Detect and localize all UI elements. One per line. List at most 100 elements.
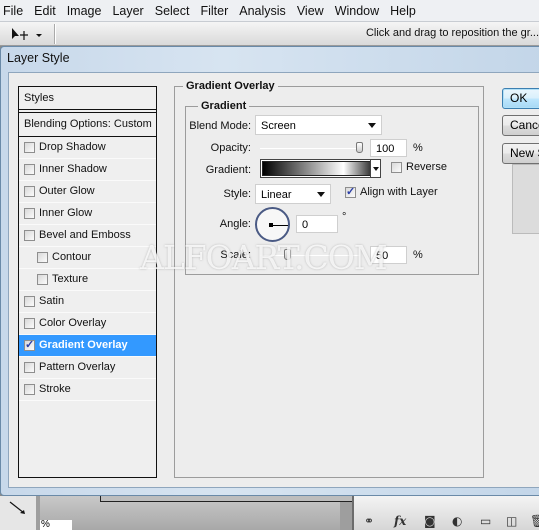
gradient-swatch[interactable] bbox=[262, 161, 379, 176]
scale-slider-track[interactable] bbox=[260, 255, 360, 256]
dialog-title: Layer Style bbox=[7, 51, 70, 65]
style-item-satin[interactable]: Satin bbox=[19, 291, 156, 313]
gradient-overlay-panel: Gradient Overlay Gradient Blend Mode: Sc… bbox=[174, 80, 484, 478]
angle-field[interactable]: 0 bbox=[296, 215, 338, 233]
angle-dial[interactable] bbox=[255, 207, 290, 242]
divider bbox=[54, 24, 56, 44]
style-preview-thumbnail bbox=[512, 164, 539, 234]
folder-icon[interactable]: ▭ bbox=[480, 515, 491, 527]
blend-mode-select[interactable]: Screen bbox=[255, 115, 382, 135]
gradient-dropdown-button[interactable] bbox=[370, 159, 381, 178]
angle-dial-hand bbox=[271, 224, 288, 226]
align-label: Align with Layer bbox=[360, 186, 438, 198]
style-item-checkbox[interactable] bbox=[24, 338, 35, 351]
style-item-inner-shadow[interactable]: Inner Shadow bbox=[19, 159, 156, 181]
menu-layer[interactable]: Layer bbox=[108, 4, 150, 18]
menu-image[interactable]: Image bbox=[63, 4, 109, 18]
style-item-checkbox[interactable] bbox=[24, 361, 35, 373]
opacity-slider-thumb[interactable] bbox=[356, 142, 363, 153]
reverse-checkbox[interactable]: Reverse bbox=[391, 161, 447, 173]
menu-view[interactable]: View bbox=[293, 4, 331, 18]
move-tool-icon bbox=[12, 28, 42, 40]
style-select[interactable]: Linear bbox=[255, 184, 331, 204]
dialog-client: Styles Blending Options: Custom Drop Sha… bbox=[8, 72, 539, 488]
style-item-label: Texture bbox=[52, 273, 89, 285]
new-layer-icon[interactable]: ◫ bbox=[506, 515, 517, 527]
blending-options-label: Blending Options: Custom bbox=[24, 118, 152, 130]
style-item-texture[interactable]: Texture bbox=[19, 269, 156, 291]
style-item-checkbox[interactable] bbox=[24, 383, 35, 395]
align-with-layer-checkbox[interactable]: Align with Layer bbox=[345, 185, 438, 198]
style-item-inner-glow[interactable]: Inner Glow bbox=[19, 203, 156, 225]
new-style-button[interactable]: New Style... bbox=[502, 143, 539, 164]
workspace-bottom: % ⚭ fx ◙ ◐ ▭ ◫ 🗑 bbox=[0, 496, 539, 530]
style-value: Linear bbox=[261, 189, 292, 201]
style-item-checkbox[interactable] bbox=[37, 251, 48, 263]
gradient-picker[interactable] bbox=[260, 159, 381, 178]
chevron-down-icon bbox=[368, 123, 376, 128]
opacity-slider-track[interactable] bbox=[260, 148, 360, 149]
reverse-label: Reverse bbox=[406, 161, 447, 173]
style-item-gradient-overlay[interactable]: Gradient Overlay bbox=[19, 334, 156, 357]
menu-select[interactable]: Select bbox=[151, 4, 197, 18]
style-item-checkbox[interactable] bbox=[24, 317, 35, 329]
zoom-level-field[interactable]: % bbox=[40, 520, 72, 530]
style-item-color-overlay[interactable]: Color Overlay bbox=[19, 313, 156, 335]
reverse-checkbox-box[interactable] bbox=[391, 161, 402, 173]
document-frame bbox=[100, 496, 360, 502]
style-item-label: Satin bbox=[39, 295, 65, 307]
styles-header-label: Styles bbox=[24, 92, 54, 104]
style-item-label: Inner Shadow bbox=[39, 163, 107, 175]
menu-file[interactable]: File bbox=[0, 4, 30, 18]
tools-panel-corner bbox=[0, 496, 36, 530]
scale-field[interactable]: 50 bbox=[370, 246, 407, 264]
group-title: Gradient bbox=[198, 100, 250, 112]
align-checkbox-box[interactable] bbox=[345, 185, 356, 198]
style-item-bevel-and-emboss[interactable]: Bevel and Emboss bbox=[19, 225, 156, 247]
angle-unit: ° bbox=[342, 211, 347, 223]
menu-filter[interactable]: Filter bbox=[196, 4, 235, 18]
trash-icon[interactable]: 🗑 bbox=[530, 515, 539, 527]
style-item-label: Contour bbox=[52, 251, 92, 263]
style-item-label: Bevel and Emboss bbox=[39, 229, 131, 241]
style-item-drop-shadow[interactable]: Drop Shadow bbox=[19, 137, 156, 159]
opacity-label: Opacity: bbox=[210, 142, 251, 154]
styles-header[interactable]: Styles bbox=[19, 87, 156, 110]
scale-label: Scale: bbox=[220, 249, 251, 261]
style-item-checkbox[interactable] bbox=[24, 185, 35, 197]
chevron-down-icon bbox=[36, 34, 42, 37]
adjustment-icon[interactable]: ◐ bbox=[452, 515, 462, 527]
scale-unit: % bbox=[413, 249, 423, 261]
ok-button[interactable]: OK bbox=[502, 88, 539, 109]
style-item-contour[interactable]: Contour bbox=[19, 247, 156, 269]
mask-icon[interactable]: ◙ bbox=[424, 515, 436, 527]
opacity-field[interactable]: 100 bbox=[370, 139, 407, 157]
link-icon[interactable]: ⚭ bbox=[364, 515, 374, 527]
style-item-checkbox[interactable] bbox=[37, 273, 48, 285]
style-item-checkbox[interactable] bbox=[24, 163, 35, 175]
tool-hint: Click and drag to reposition the gr... bbox=[365, 27, 539, 39]
gradient-label: Gradient: bbox=[205, 164, 251, 176]
menu-help[interactable]: Help bbox=[386, 4, 423, 18]
opacity-unit: % bbox=[413, 142, 423, 154]
scale-slider-thumb[interactable] bbox=[284, 249, 291, 260]
style-label: Style: bbox=[223, 188, 251, 200]
style-item-label: Inner Glow bbox=[39, 207, 93, 219]
blend-mode-value: Screen bbox=[261, 120, 296, 132]
style-item-checkbox[interactable] bbox=[24, 207, 35, 219]
blending-options[interactable]: Blending Options: Custom bbox=[19, 111, 156, 137]
menu-analysis[interactable]: Analysis bbox=[235, 4, 293, 18]
fx-icon[interactable]: fx bbox=[394, 515, 406, 527]
style-item-checkbox[interactable] bbox=[24, 229, 35, 241]
style-item-label: Outer Glow bbox=[39, 185, 95, 197]
tool-preset-picker[interactable] bbox=[6, 25, 50, 43]
style-item-outer-glow[interactable]: Outer Glow bbox=[19, 181, 156, 203]
style-item-checkbox[interactable] bbox=[24, 295, 35, 307]
style-item-checkbox[interactable] bbox=[24, 141, 35, 153]
menu-edit[interactable]: Edit bbox=[30, 4, 63, 18]
document-area bbox=[40, 496, 360, 530]
menu-window[interactable]: Window bbox=[331, 4, 386, 18]
cancel-button[interactable]: Cancel bbox=[502, 115, 539, 136]
style-item-stroke[interactable]: Stroke bbox=[19, 379, 156, 401]
style-item-pattern-overlay[interactable]: Pattern Overlay bbox=[19, 357, 156, 379]
